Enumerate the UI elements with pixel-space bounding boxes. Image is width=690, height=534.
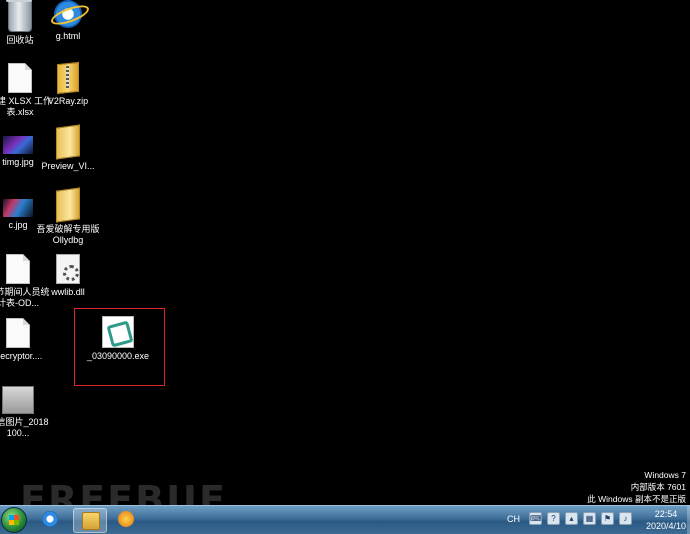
keyboard-icon[interactable]: ⌨ — [529, 512, 542, 525]
ie-icon — [54, 0, 82, 28]
clock-time: 22:54 — [654, 509, 678, 519]
start-button[interactable] — [1, 507, 27, 533]
system-tray: CH ⌨ ? ▴ ▦ ⚑ ♪ — [507, 512, 632, 525]
xlsx-file-icon — [8, 63, 32, 93]
document-icon — [6, 318, 30, 348]
desktop: 回收站 g.html 新建 XLSX 工作表.xlsx V2Ray.zip ti… — [0, 0, 690, 522]
desktop-icon-wwlib-dll[interactable]: wwlib.dll — [35, 254, 101, 298]
document-icon — [6, 254, 30, 284]
taskbar: CH ⌨ ? ▴ ▦ ⚑ ♪ 22:54 2020/4/10 — [0, 505, 690, 534]
network-icon[interactable]: ▦ — [583, 512, 596, 525]
desktop-icon-label: wwlib.dll — [51, 287, 85, 297]
image-file-icon — [2, 386, 34, 414]
action-center-icon[interactable]: ⚑ — [601, 512, 614, 525]
image-file-icon — [3, 199, 33, 217]
selection-highlight — [74, 308, 165, 386]
desktop-icon-label: 吾爱破解专用版Ollydbg — [36, 224, 100, 245]
desktop-icon-ollydbg-folder[interactable]: 吾爱破解专用版Ollydbg — [35, 187, 101, 246]
folder-icon — [56, 124, 80, 160]
dll-file-icon — [56, 254, 80, 284]
desktop-icon-label: V2Ray.zip — [47, 96, 89, 106]
windows-activation-watermark: Windows 7 内部版本 7601 此 Windows 副本不是正版 — [587, 469, 686, 505]
show-hidden-icons-icon[interactable]: ▴ — [565, 512, 578, 525]
clock-date: 2020/4/10 — [645, 521, 686, 531]
recycle-bin-icon — [6, 0, 32, 32]
zip-folder-icon — [57, 61, 79, 95]
media-player-icon — [118, 511, 134, 527]
watermark-line: 此 Windows 副本不是正版 — [587, 494, 686, 504]
watermark-line: 内部版本 7601 — [630, 482, 686, 492]
ie-icon — [42, 511, 58, 527]
desktop-icon-label: Decryptor.... — [0, 351, 43, 361]
volume-icon[interactable]: ♪ — [619, 512, 632, 525]
desktop-icon-wechat-image[interactable]: 微信图片_2018100... — [0, 386, 51, 439]
desktop-icon-label: 微信图片_2018100... — [0, 417, 49, 438]
folder-icon — [82, 512, 100, 530]
desktop-icon-label: Preview_VI... — [41, 161, 95, 171]
desktop-icon-g-html[interactable]: g.html — [35, 0, 101, 42]
taskbar-media-player[interactable] — [110, 508, 142, 531]
desktop-icon-decryptor[interactable]: Decryptor.... — [0, 318, 51, 362]
desktop-icon-preview-folder[interactable]: Preview_VI... — [35, 124, 101, 172]
image-file-icon — [3, 136, 33, 154]
watermark-line: Windows 7 — [644, 470, 686, 480]
language-indicator[interactable]: CH — [507, 514, 520, 524]
taskbar-windows-explorer[interactable] — [73, 508, 107, 533]
taskbar-internet-explorer[interactable] — [34, 508, 66, 531]
desktop-icon-v2ray-zip[interactable]: V2Ray.zip — [35, 61, 101, 107]
taskbar-clock[interactable]: 22:54 2020/4/10 — [646, 508, 686, 532]
desktop-icon-label: g.html — [55, 31, 81, 41]
help-icon[interactable]: ? — [547, 512, 560, 525]
folder-icon — [56, 187, 80, 223]
